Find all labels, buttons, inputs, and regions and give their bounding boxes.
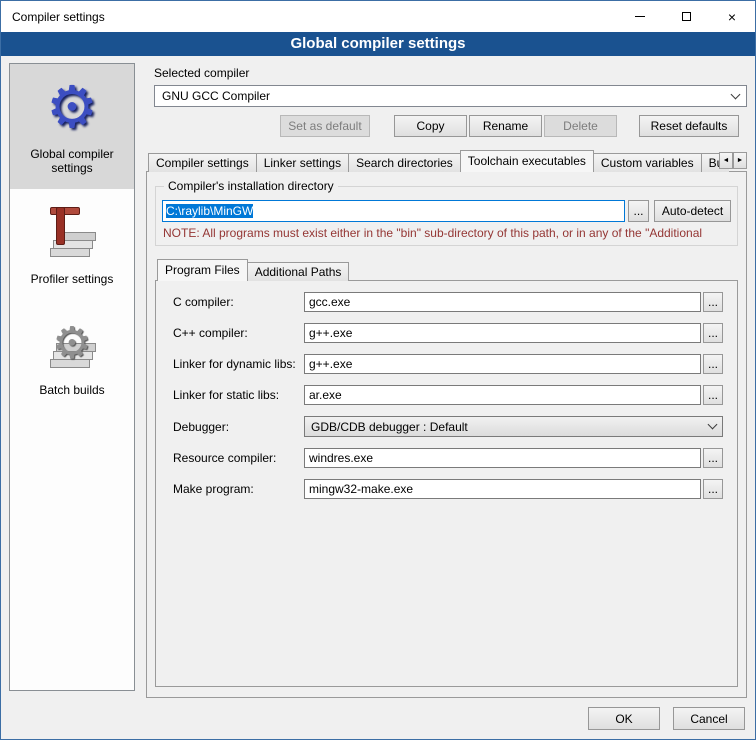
page-title: Global compiler settings (1, 32, 755, 56)
window-title: Compiler settings (1, 10, 105, 24)
tab-scroll-right-button[interactable]: ► (733, 152, 747, 169)
main-panel: Selected compiler GNU GCC Compiler Set a… (146, 63, 747, 698)
tab-program-files[interactable]: Program Files (157, 259, 248, 281)
settings-category-list: ⚙ Global compiler settings Profiler sett… (9, 63, 135, 691)
tab-linker-settings[interactable]: Linker settings (256, 153, 349, 172)
cancel-button[interactable]: Cancel (673, 707, 745, 730)
directory-note: NOTE: All programs must exist either in … (163, 226, 731, 240)
sidebar-item-batch-builds[interactable]: ⚙ Batch builds (10, 300, 134, 411)
debugger-select[interactable]: GDB/CDB debugger : Default (304, 416, 723, 437)
settings-tabstrip: Compiler settings Linker settings Search… (148, 150, 747, 172)
rename-button[interactable]: Rename (469, 115, 542, 137)
cpp-compiler-row: C++ compiler: ... (173, 323, 723, 343)
arrow-right-icon: ► (737, 157, 744, 164)
static-linker-browse-button[interactable]: ... (703, 385, 723, 405)
cpp-compiler-browse-button[interactable]: ... (703, 323, 723, 343)
make-program-label: Make program: (173, 482, 304, 496)
maximize-icon (682, 12, 691, 21)
clamp-bar-icon (56, 207, 65, 245)
sidebar-item-profiler-settings[interactable]: Profiler settings (10, 189, 134, 300)
dynamic-linker-label: Linker for dynamic libs: (173, 357, 304, 371)
installation-directory-input[interactable]: C:\raylib\MinGW (162, 200, 625, 222)
resource-compiler-row: Resource compiler: ... (173, 448, 723, 468)
selected-compiler-label: Selected compiler (154, 66, 747, 80)
tab-compiler-settings[interactable]: Compiler settings (148, 153, 257, 172)
programs-tabstrip: Program Files Additional Paths (157, 259, 738, 281)
tab-search-directories[interactable]: Search directories (348, 153, 461, 172)
close-icon: × (728, 9, 736, 25)
tab-toolchain-executables[interactable]: Toolchain executables (460, 150, 594, 172)
installation-directory-row: C:\raylib\MinGW ... Auto-detect (162, 200, 731, 222)
chevron-down-icon (708, 420, 718, 430)
c-compiler-browse-button[interactable]: ... (703, 292, 723, 312)
copy-button[interactable]: Copy (394, 115, 467, 137)
debugger-row: Debugger: GDB/CDB debugger : Default (173, 416, 723, 437)
sidebar-item-global-compiler-settings[interactable]: ⚙ Global compiler settings (10, 64, 134, 189)
compiler-settings-window: Compiler settings × Global compiler sett… (0, 0, 756, 740)
resource-compiler-input[interactable] (304, 448, 701, 468)
reset-defaults-button[interactable]: Reset defaults (639, 115, 739, 137)
clamp-top-icon (50, 207, 80, 215)
c-compiler-row: C compiler: ... (173, 292, 723, 312)
ok-button[interactable]: OK (588, 707, 660, 730)
c-compiler-input[interactable] (304, 292, 701, 312)
sidebar-item-label: Global compiler settings (14, 147, 130, 175)
resource-compiler-browse-button[interactable]: ... (703, 448, 723, 468)
program-files-page: C compiler: ... C++ compiler: ... Linker… (155, 280, 738, 687)
debugger-label: Debugger: (173, 420, 304, 434)
global-compiler-gear-icon: ⚙ (40, 76, 104, 140)
tab-scroll-buttons: ◄ ► (719, 152, 747, 169)
minimize-button[interactable] (617, 1, 663, 32)
static-linker-label: Linker for static libs: (173, 388, 304, 402)
installation-directory-value: C:\raylib\MinGW (166, 204, 253, 218)
cpp-compiler-input[interactable] (304, 323, 701, 343)
groupbox-title: Compiler's installation directory (164, 179, 338, 193)
make-program-input[interactable] (304, 479, 701, 499)
static-linker-row: Linker for static libs: ... (173, 385, 723, 405)
gear-gray-glyph: ⚙ (52, 322, 91, 366)
dialog-body: ⚙ Global compiler settings Profiler sett… (1, 56, 755, 698)
sidebar-item-label: Batch builds (39, 383, 104, 397)
arrow-left-icon: ◄ (723, 157, 730, 164)
tab-additional-paths[interactable]: Additional Paths (247, 262, 350, 281)
dynamic-linker-input[interactable] (304, 354, 701, 374)
compiler-select-value: GNU GCC Compiler (162, 89, 270, 103)
auto-detect-button[interactable]: Auto-detect (654, 200, 731, 222)
make-program-browse-button[interactable]: ... (703, 479, 723, 499)
static-linker-input[interactable] (304, 385, 701, 405)
c-compiler-label: C compiler: (173, 295, 304, 309)
browse-directory-button[interactable]: ... (628, 200, 649, 222)
dynamic-linker-row: Linker for dynamic libs: ... (173, 354, 723, 374)
tab-scroll-left-button[interactable]: ◄ (719, 152, 733, 169)
installation-directory-groupbox: Compiler's installation directory C:\ray… (155, 186, 738, 246)
make-program-row: Make program: ... (173, 479, 723, 499)
window-controls: × (617, 1, 755, 32)
dynamic-linker-browse-button[interactable]: ... (703, 354, 723, 374)
debugger-select-value: GDB/CDB debugger : Default (311, 420, 468, 434)
batch-builds-gear-icon: ⚙ (40, 312, 104, 376)
chevron-down-icon (731, 89, 741, 99)
dialog-footer: OK Cancel (1, 698, 755, 739)
cpp-compiler-label: C++ compiler: (173, 326, 304, 340)
delete-button[interactable]: Delete (544, 115, 617, 137)
toolchain-executables-page: Compiler's installation directory C:\ray… (146, 171, 747, 698)
resource-compiler-label: Resource compiler: (173, 451, 304, 465)
titlebar: Compiler settings × (1, 1, 755, 32)
minimize-icon (635, 16, 645, 17)
compiler-select[interactable]: GNU GCC Compiler (154, 85, 747, 107)
compiler-buttons-row: Set as default Copy Rename Delete Reset … (146, 115, 747, 137)
gear-blue-glyph: ⚙ (46, 79, 98, 137)
tab-custom-variables[interactable]: Custom variables (593, 153, 702, 172)
profiler-icon (40, 201, 104, 265)
sidebar-item-label: Profiler settings (31, 272, 114, 286)
close-button[interactable]: × (709, 1, 755, 32)
maximize-button[interactable] (663, 1, 709, 32)
set-as-default-button[interactable]: Set as default (280, 115, 370, 137)
